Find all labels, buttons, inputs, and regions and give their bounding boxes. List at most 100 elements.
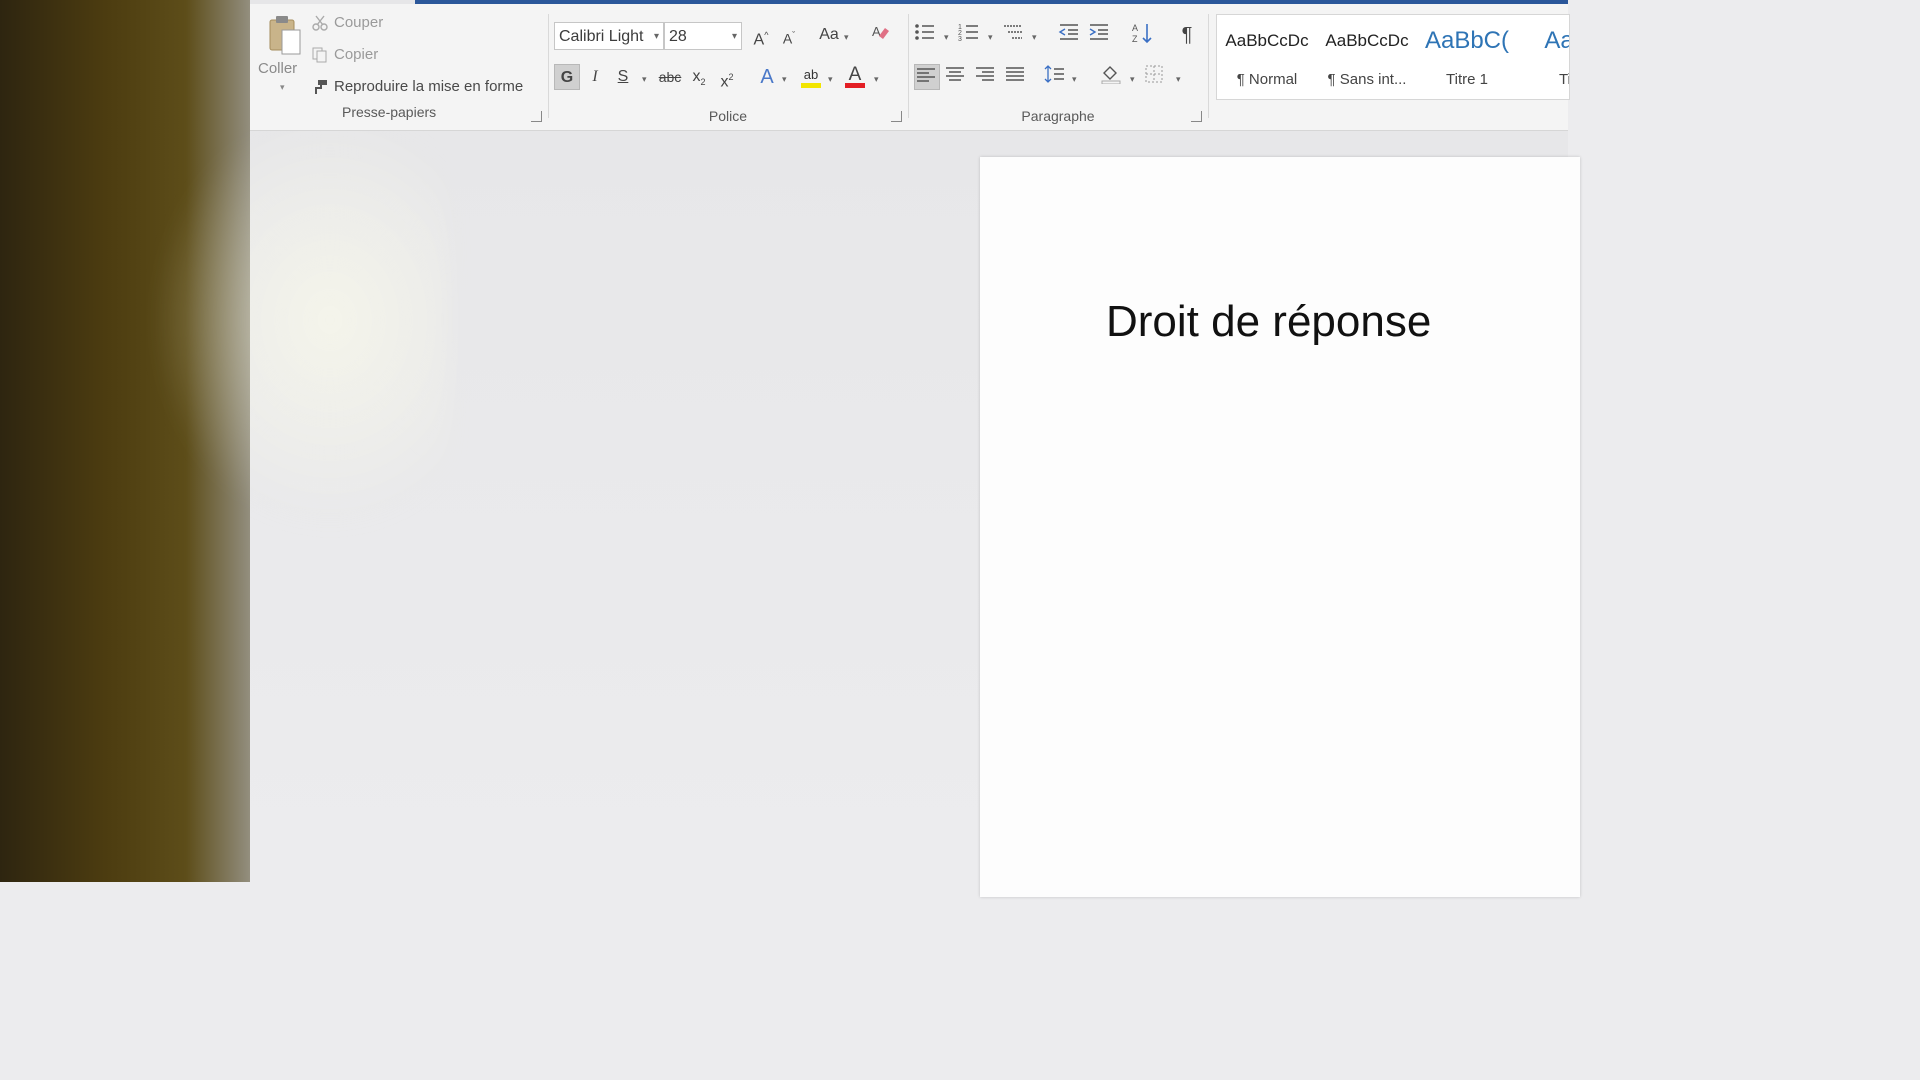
paste-dropdown-icon[interactable]: ▾ — [280, 82, 285, 93]
paragraph-group: ▾ 123 ▾ ▾ AZ ¶ ▾ ▾ ▾ Paragraphe — [910, 8, 1206, 126]
strikethrough-button[interactable]: abc — [654, 64, 686, 90]
align-left-icon — [915, 65, 939, 85]
cut-label: Couper — [334, 14, 384, 31]
bold-icon: G — [560, 69, 574, 86]
format-painter-label: Reproduire la mise en forme — [334, 78, 524, 95]
style-normal[interactable]: AaBbCcDc ¶ Normal — [1217, 15, 1317, 99]
pilcrow-icon: ¶ — [1181, 24, 1193, 46]
separator — [1208, 14, 1209, 118]
increase-indent-button[interactable] — [1088, 22, 1114, 48]
line-spacing-icon — [1044, 64, 1070, 84]
copy-label: Copier — [334, 46, 379, 63]
font-group: Calibri Light ▾ 28 ▾ A^ Aˇ Aa ▾ A G I S … — [550, 8, 906, 126]
style-heading-2[interactable]: AaB Tit — [1517, 15, 1569, 99]
font-name-combo[interactable]: Calibri Light ▾ — [554, 22, 664, 50]
numbering-button[interactable]: 123 — [958, 22, 984, 48]
style-no-spacing[interactable]: AaBbCcDc ¶ Sans int... — [1317, 15, 1417, 99]
clipboard-dialog-launcher-icon[interactable] — [531, 111, 542, 122]
format-painter-button[interactable]: Reproduire la mise en forme — [312, 78, 523, 95]
copy-icon — [312, 47, 328, 63]
chevron-down-icon[interactable]: ▾ — [944, 32, 949, 43]
chevron-down-icon[interactable]: ▾ — [1130, 74, 1135, 85]
multilevel-list-button[interactable] — [1002, 22, 1028, 48]
justify-button[interactable] — [1004, 64, 1030, 90]
font-name-value: Calibri Light — [559, 28, 644, 45]
clipboard-group-label: Presse-papiers — [342, 104, 437, 120]
cut-button[interactable]: Couper — [312, 14, 383, 31]
svg-text:A: A — [1132, 23, 1138, 33]
style-name: Titre 1 — [1446, 71, 1488, 88]
chevron-down-icon[interactable]: ▾ — [1032, 32, 1037, 43]
align-left-button[interactable] — [914, 64, 940, 90]
decrease-indent-icon — [1058, 22, 1084, 42]
font-color-swatch — [845, 83, 865, 88]
italic-button[interactable]: I — [582, 64, 608, 90]
chevron-down-icon[interactable]: ▾ — [828, 74, 833, 85]
style-name: Tit — [1558, 71, 1569, 88]
font-color-icon: A — [848, 64, 862, 85]
justify-icon — [1004, 64, 1030, 84]
document-title[interactable]: Droit de réponse — [1106, 297, 1431, 347]
separator — [548, 14, 549, 118]
styles-gallery: AaBbCcDc ¶ Normal AaBbCcDc ¶ Sans int...… — [1216, 14, 1570, 100]
underline-icon: S — [617, 68, 629, 85]
svg-text:3: 3 — [958, 36, 962, 42]
chevron-down-icon: ▾ — [653, 31, 659, 42]
ribbon-home-tab: Coller ▾ Couper Copier Reproduire la mis… — [250, 4, 1570, 131]
chevron-down-icon[interactable]: ▾ — [874, 74, 879, 85]
font-group-label: Police — [708, 108, 748, 124]
shrink-font-icon: A — [782, 30, 793, 47]
subscript-button[interactable]: x2 — [686, 64, 712, 90]
style-sample: AaBbC( — [1424, 27, 1510, 54]
grow-font-button[interactable]: A^ — [748, 22, 774, 48]
clipboard-group: Coller ▾ Couper Copier Reproduire la mis… — [250, 8, 546, 126]
light-glare — [150, 110, 450, 530]
font-size-value: 28 — [669, 28, 687, 45]
change-case-button[interactable]: Aa — [812, 22, 846, 48]
align-right-icon — [974, 64, 1000, 84]
font-size-combo[interactable]: 28 ▾ — [664, 22, 742, 50]
superscript-button[interactable]: x2 — [714, 64, 740, 90]
paste-icon[interactable] — [266, 14, 302, 56]
show-formatting-button[interactable]: ¶ — [1174, 22, 1200, 48]
svg-text:A: A — [872, 24, 881, 39]
paragraph-group-label: Paragraphe — [1021, 108, 1095, 124]
line-spacing-button[interactable] — [1044, 64, 1070, 90]
increase-indent-icon — [1088, 22, 1114, 42]
chevron-down-icon[interactable]: ▾ — [844, 32, 849, 43]
bold-button[interactable]: G — [554, 64, 580, 90]
strikethrough-icon: abc — [658, 69, 682, 85]
grow-font-icon: A — [753, 31, 765, 49]
shrink-font-button[interactable]: Aˇ — [776, 22, 802, 48]
paste-button-label[interactable]: Coller — [258, 60, 297, 77]
chevron-down-icon[interactable]: ▾ — [642, 74, 647, 85]
paragraph-dialog-launcher-icon[interactable] — [1191, 111, 1202, 122]
document-page[interactable]: Droit de réponse — [980, 157, 1580, 897]
underline-button[interactable]: S — [610, 64, 636, 90]
highlight-button[interactable]: ab — [798, 62, 824, 88]
style-sample: AaBbCcDc — [1225, 31, 1309, 50]
decrease-indent-button[interactable] — [1058, 22, 1084, 48]
bullets-button[interactable] — [914, 22, 940, 48]
numbered-list-icon: 123 — [958, 22, 984, 42]
chevron-down-icon: ▾ — [731, 31, 737, 42]
align-right-button[interactable] — [974, 64, 1000, 90]
chevron-down-icon[interactable]: ▾ — [1176, 74, 1181, 85]
style-heading-1[interactable]: AaBbC( Titre 1 — [1417, 15, 1517, 99]
chevron-down-icon[interactable]: ▾ — [1072, 74, 1077, 85]
align-center-button[interactable] — [944, 64, 970, 90]
chevron-down-icon[interactable]: ▾ — [988, 32, 993, 43]
text-effects-button[interactable]: A — [754, 64, 780, 90]
font-dialog-launcher-icon[interactable] — [891, 111, 902, 122]
shading-button[interactable] — [1100, 64, 1126, 90]
copy-button[interactable]: Copier — [312, 46, 378, 63]
highlight-color-swatch — [801, 83, 821, 88]
font-color-button[interactable]: A — [842, 62, 868, 88]
borders-button[interactable] — [1144, 64, 1170, 90]
bullet-list-icon — [914, 22, 940, 42]
sort-button[interactable]: AZ — [1132, 22, 1158, 48]
clear-formatting-button[interactable]: A — [870, 22, 896, 48]
style-sample: AaB — [1544, 27, 1569, 54]
style-name: ¶ Normal — [1236, 71, 1298, 88]
chevron-down-icon[interactable]: ▾ — [782, 74, 787, 85]
